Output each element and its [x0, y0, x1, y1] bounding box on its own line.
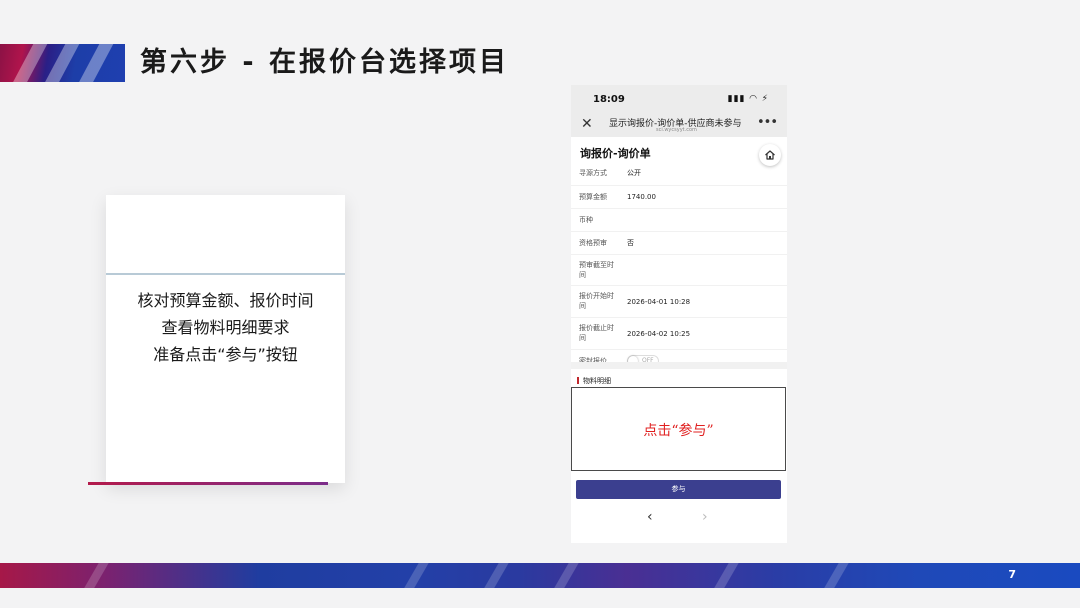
field-label: 预算金额 — [579, 193, 607, 201]
section-label-text: 物料明细 — [583, 377, 611, 385]
field-value: 2026-04-02 10:25 — [627, 330, 691, 338]
participate-button[interactable]: 参与 — [576, 480, 781, 499]
phone-screenshot: 18:09 ▮▮▮ ◠ ⚡ ✕ 显示询报价-询价单-供应商未参与 sci.wyc… — [571, 85, 787, 543]
annotation-text: 点击“参与” — [643, 423, 714, 439]
field-row: 报价开始时间 2026-04-01 10:28 — [571, 286, 787, 318]
status-bar: 18:09 ▮▮▮ ◠ ⚡ — [571, 85, 787, 115]
home-icon — [765, 150, 775, 160]
close-icon[interactable]: ✕ — [581, 116, 593, 132]
nav-url: sci.wycsyyt.com — [656, 127, 697, 133]
status-time: 18:09 — [593, 94, 625, 105]
field-row: 寻源方式 公开 — [571, 163, 787, 186]
field-label: 币种 — [579, 216, 593, 224]
field-row: 资格预审 否 — [571, 232, 787, 255]
status-icons: ▮▮▮ ◠ ⚡ — [727, 94, 769, 104]
instruction-card: 核对预算金额、报价时间 查看物料明细要求 准备点击“参与”按钮 — [106, 195, 345, 483]
card-text: 核对预算金额、报价时间 查看物料明细要求 准备点击“参与”按钮 — [106, 287, 345, 368]
annotation-box: 点击“参与” — [571, 387, 786, 471]
page-number: 7 — [1008, 568, 1016, 581]
card-line: 查看物料明细要求 — [161, 318, 290, 337]
detail-fields: 寻源方式 公开 预算金额 1740.00 币种 资格预审 否 预审截至时间 报价… — [571, 163, 787, 372]
field-value: 否 — [627, 239, 634, 247]
footer-band: 7 — [0, 563, 1080, 588]
slide-title: 第六步 - 在报价台选择项目 — [140, 47, 510, 78]
field-value: 2026-04-01 10:28 — [627, 298, 691, 306]
card-line: 准备点击“参与”按钮 — [153, 345, 298, 364]
nav-bar: ✕ 显示询报价-询价单-供应商未参与 sci.wycsyyt.com ••• — [571, 115, 787, 137]
field-label: 资格预审 — [579, 239, 607, 247]
section-label: 物料明细 — [577, 376, 611, 386]
field-label: 预审截至时间 — [579, 261, 614, 279]
page-header: 询报价-询价单 — [571, 137, 787, 166]
page-title: 询报价-询价单 — [580, 147, 651, 160]
field-value: 1740.00 — [627, 193, 656, 201]
section-gap — [571, 362, 787, 369]
card-divider — [106, 273, 345, 275]
field-label: 报价截止时间 — [579, 324, 614, 342]
field-value: 公开 — [627, 169, 641, 177]
field-label: 报价开始时间 — [579, 292, 614, 310]
field-row: 报价截止时间 2026-04-02 10:25 — [571, 318, 787, 350]
card-line: 核对预算金额、报价时间 — [137, 291, 314, 310]
title-accent-band — [0, 44, 125, 82]
field-row: 币种 — [571, 209, 787, 232]
card-underline — [88, 482, 328, 485]
field-label: 寻源方式 — [579, 169, 607, 177]
field-row: 预算金额 1740.00 — [571, 186, 787, 209]
field-row: 预审截至时间 — [571, 255, 787, 286]
back-icon[interactable]: ‹ — [647, 509, 653, 525]
section-mark — [577, 377, 579, 384]
more-icon[interactable]: ••• — [757, 115, 778, 130]
forward-icon[interactable]: › — [702, 509, 708, 525]
